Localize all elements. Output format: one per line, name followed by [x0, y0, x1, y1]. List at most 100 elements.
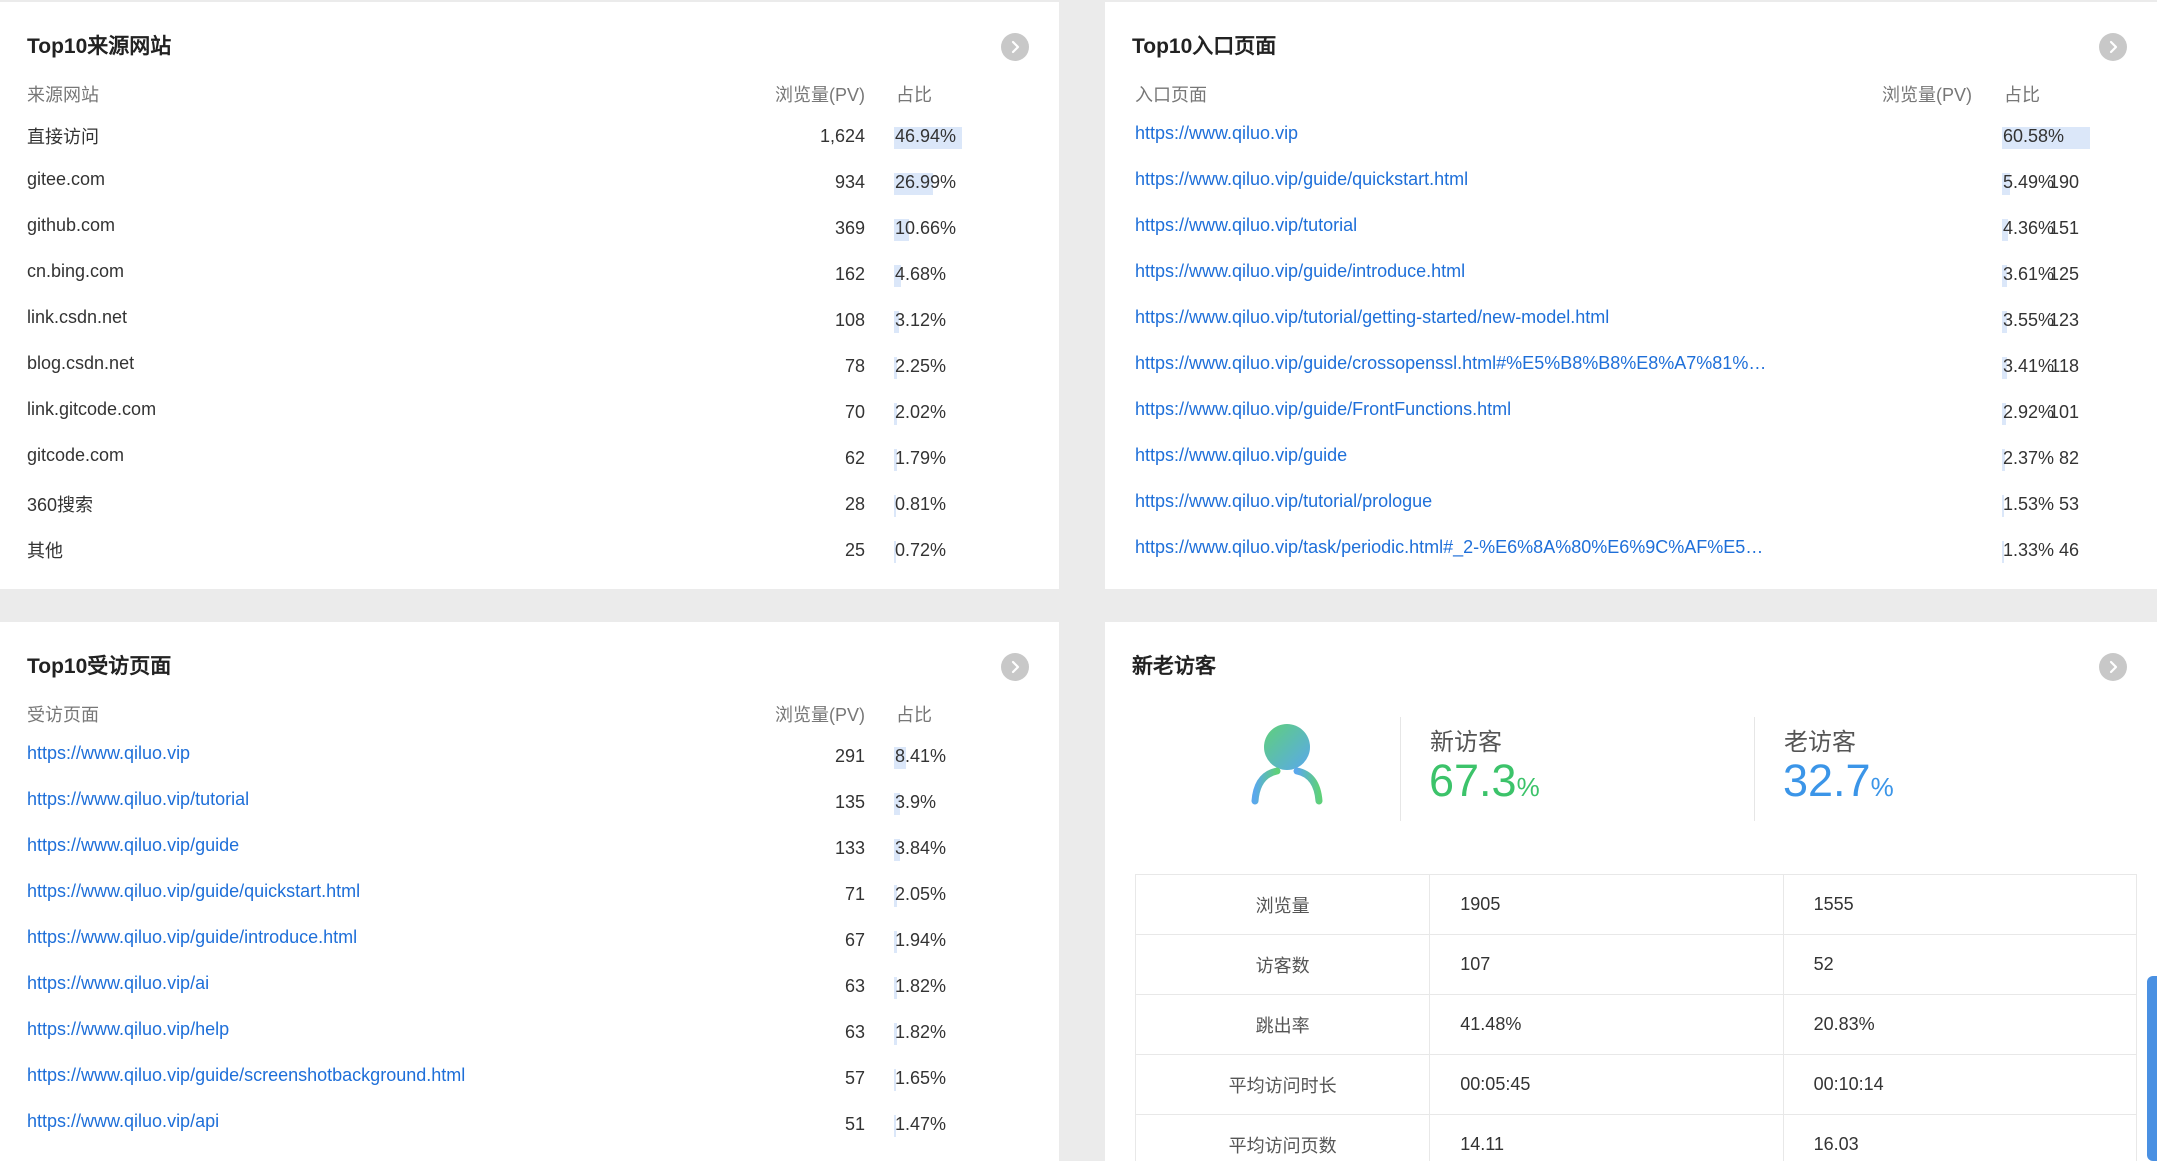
share-percent: 2.92% [2003, 402, 2055, 422]
table-row: https://www.qiluo.vip/guide/quickstart.h… [0, 872, 1059, 918]
table-row: 访客数 107 52 [1135, 934, 2138, 995]
share-percent: 1.47% [895, 1114, 947, 1134]
share-percent: 2.25% [895, 356, 947, 376]
share-percent: 2.05% [895, 884, 947, 904]
share-percent: 2.37% [2003, 448, 2055, 468]
visitor-summary: 新访客 67.3% 老访客 32.7% [1135, 717, 2135, 827]
old-visitor-metric: 1555 [1783, 874, 2138, 935]
share-percent: 2.02% [895, 402, 947, 422]
table-row: gitcode.com 62 1.79% [0, 436, 1059, 482]
page-link[interactable]: https://www.qiluo.vip [1135, 123, 1298, 144]
table-row: https://www.qiluo.vip/tutorial/getting-s… [1105, 298, 2157, 344]
page-link[interactable]: https://www.qiluo.vip/tutorial/getting-s… [1135, 307, 1609, 328]
table-row: https://www.qiluo.vip/guide 82 2.37% [1105, 436, 2157, 482]
visited-pages-panel: Top10受访页面 受访页面 浏览量(PV) 占比 https://www.qi… [0, 622, 1059, 1161]
more-button[interactable] [1001, 33, 1029, 61]
share-percent: 1.79% [895, 448, 947, 468]
table-row: https://www.qiluo.vip/guide/screenshotba… [0, 1056, 1059, 1102]
entry-pages-panel: Top10入口页面 入口页面 浏览量(PV) 占比 https://www.qi… [1105, 2, 2157, 589]
pageview-count: 369 [834, 218, 865, 238]
old-visitor-metric: 20.83% [1783, 994, 2138, 1055]
page-link[interactable]: https://www.qiluo.vip/guide [27, 835, 239, 856]
source-label: github.com [27, 215, 116, 235]
table-row: https://www.qiluo.vip/tutorial 151 4.36% [1105, 206, 2157, 252]
page-link[interactable]: https://www.qiluo.vip/guide/introduce.ht… [27, 927, 357, 948]
table-body: https://www.qiluo.vip 291 8.41% https://www… [0, 734, 1059, 1148]
source-label: 360搜索 [27, 495, 94, 515]
more-button[interactable] [2099, 33, 2127, 61]
panel-title: Top10受访页面 [27, 655, 172, 678]
column-header-pv: 浏览量(PV) [1882, 85, 1972, 105]
pageview-count: 1,624 [819, 126, 865, 146]
page-link[interactable]: https://www.qiluo.vip/tutorial [1135, 215, 1357, 236]
old-visitor-metric: 00:10:14 [1783, 1054, 2138, 1115]
pageview-count: 51 [844, 1114, 865, 1134]
column-header-pct: 占比 [2004, 85, 2040, 105]
visitor-comparison-table: 浏览量 1905 1555 访客数 107 52 跳出率 41.48% 20.83% 平均访问时长… [1135, 874, 2138, 1161]
table-row: https://www.qiluo.vip2,09660.58% [1105, 114, 2157, 160]
new-visitor-metric: 41.48% [1429, 994, 1784, 1055]
table-body: 直接访问 1,624 46.94% gitee.com 934 26.99% github.… [0, 114, 1059, 574]
share-percent: 3.9% [895, 792, 937, 812]
table-body: https://www.qiluo.vip2,09660.58%https://… [1105, 114, 2157, 574]
share-percent: 5.49% [2003, 172, 2055, 192]
table-row: blog.csdn.net 78 2.25% [0, 344, 1059, 390]
table-row: 平均访问时长 00:05:45 00:10:14 [1135, 1054, 2138, 1115]
page-link[interactable]: https://www.qiluo.vip/tutorial [27, 789, 249, 810]
table-row: https://www.qiluo.vip/guide/FrontFunctio… [1105, 390, 2157, 436]
more-button[interactable] [1001, 653, 1029, 681]
share-percent: 4.68% [895, 264, 947, 284]
pageview-count: 135 [834, 792, 865, 812]
page-link[interactable]: https://www.qiluo.vip/guide/quickstart.h… [27, 881, 360, 902]
page-link[interactable]: https://www.qiluo.vip/ai [27, 973, 209, 994]
pageview-count: 291 [834, 746, 865, 766]
source-sites-panel: Top10来源网站 来源网站 浏览量(PV) 占比 直接访问 1,624 46.94… [0, 2, 1059, 589]
source-label: gitee.com [27, 169, 106, 189]
page-link[interactable]: https://www.qiluo.vip/guide/screenshotba… [27, 1065, 465, 1086]
page-link[interactable]: https://www.qiluo.vip/guide [1135, 445, 1347, 466]
page-link[interactable]: https://www.qiluo.vip/help [27, 1019, 229, 1040]
page-link[interactable]: https://www.qiluo.vip/api [27, 1111, 219, 1132]
share-percent: 1.82% [895, 1022, 947, 1042]
page-link[interactable]: https://www.qiluo.vip/guide/introduce.ht… [1135, 261, 1465, 282]
table-row: https://www.qiluo.vip/guide/crossopenssl… [1105, 344, 2157, 390]
share-percent: 3.84% [895, 838, 947, 858]
pageview-count: 57 [844, 1068, 865, 1088]
panel-title: Top10入口页面 [1132, 35, 1277, 58]
page-link[interactable]: https://www.qiluo.vip/guide/quickstart.h… [1135, 169, 1468, 190]
table-row: cn.bing.com 162 4.68% [0, 252, 1059, 298]
page-link[interactable]: https://www.qiluo.vip/tutorial/prologue [1135, 491, 1432, 512]
new-visitor-unit: % [1516, 772, 1540, 802]
page-link[interactable]: https://www.qiluo.vip/guide/FrontFunctio… [1135, 399, 1511, 420]
share-percent: 1.94% [895, 930, 947, 950]
chevron-right-icon [1011, 660, 1020, 674]
table-row: link.csdn.net 108 3.12% [0, 298, 1059, 344]
more-button[interactable] [2099, 653, 2127, 681]
pageview-count: 78 [844, 356, 865, 376]
pageview-count: 118 [2050, 356, 2079, 376]
table-row: https://www.qiluo.vip/guide/introduce.ht… [1105, 252, 2157, 298]
panel-title: 新老访客 [1132, 655, 1216, 678]
source-label: cn.bing.com [27, 261, 125, 281]
table-row: https://www.qiluo.vip/guide/quickstart.h… [1105, 160, 2157, 206]
page-link[interactable]: https://www.qiluo.vip/task/periodic.html… [1135, 537, 1763, 558]
share-percent: 3.61% [2003, 264, 2055, 284]
share-percent: 1.33% [2003, 540, 2055, 560]
chevron-right-icon [2109, 660, 2118, 674]
source-label: gitcode.com [27, 445, 125, 465]
divider [1400, 717, 1401, 821]
page-link[interactable]: https://www.qiluo.vip/guide/crossopenssl… [1135, 353, 1766, 374]
page-link[interactable]: https://www.qiluo.vip [27, 743, 190, 764]
new-old-visitors-panel: 新老访客 新访客 67.3% 老访客 32.7% 浏览量 1905 1555 访… [1105, 622, 2157, 1161]
column-header-label: 入口页面 [1135, 85, 1207, 105]
share-percent: 3.12% [895, 310, 947, 330]
table-row: https://www.qiluo.vip/tutorial 135 3.9% [0, 780, 1059, 826]
column-header-pv: 浏览量(PV) [775, 705, 865, 725]
new-visitor-number: 67.3 [1429, 755, 1517, 806]
share-percent: 60.58% [2003, 126, 2065, 146]
share-percent: 0.81% [895, 494, 947, 514]
scrollbar[interactable] [2147, 976, 2157, 1161]
old-visitor-unit: % [1870, 772, 1894, 802]
pageview-count: 53 [2058, 494, 2079, 514]
metric-name: 跳出率 [1135, 994, 1431, 1055]
